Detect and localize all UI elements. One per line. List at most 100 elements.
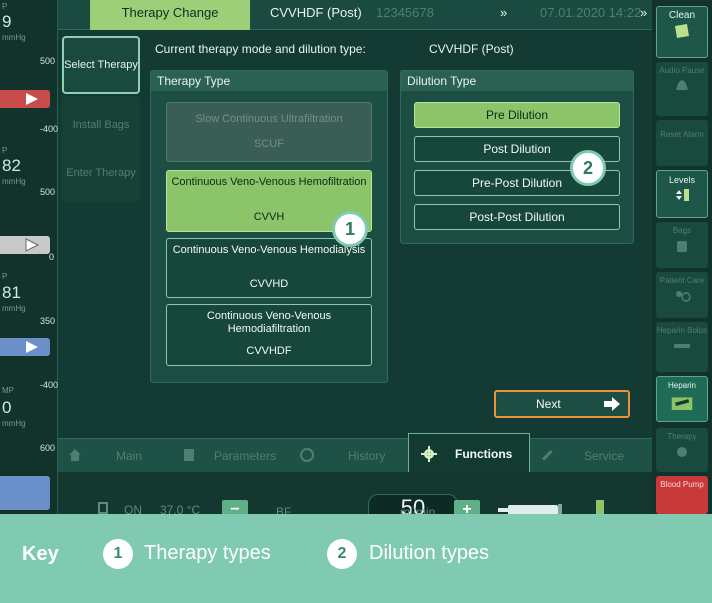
key-legend: Key 1 Therapy types 2 Dilution types <box>0 514 712 603</box>
blood-pump-button[interactable]: Blood Pump <box>656 476 708 514</box>
syringe-icon <box>498 504 562 514</box>
heater-temperature: 37.0 °C <box>160 503 201 514</box>
next-label: Next <box>536 397 561 411</box>
callout-1: 1 <box>332 211 368 247</box>
dilution-option-post-post[interactable]: Post-Post Dilution <box>414 204 620 230</box>
pressure-3-unit: mmHg <box>2 304 26 313</box>
pressure-3-label: P <box>2 272 8 281</box>
decrease-flow-button[interactable]: − <box>222 500 248 514</box>
blood-pump-label: Blood Pump <box>660 480 704 489</box>
pressure-3-arrow-icon <box>26 341 38 353</box>
pressure-1-label: P <box>2 2 8 11</box>
therapy-option-abbr: CVVHDF <box>246 345 292 357</box>
bell-icon <box>676 80 688 90</box>
tab-main[interactable]: Main <box>116 439 142 473</box>
levels-label: Levels <box>668 175 695 185</box>
calculator-icon <box>184 449 194 461</box>
bottom-tab-bar: Main Parameters History Functions Servic… <box>58 433 652 473</box>
therapy-option-abbr: SCUF <box>254 138 284 150</box>
status-strip: ON 37.0 °C − BF 50 ml/min + <box>58 472 652 514</box>
pressure-4-tick: 600 <box>40 443 56 453</box>
heparin-syringe-icon <box>671 397 693 410</box>
levels-button[interactable]: Levels <box>656 170 708 218</box>
levels-icon <box>676 189 689 201</box>
key-number-2: 2 <box>327 539 357 569</box>
blood-flow-label: BF <box>276 505 292 514</box>
select-therapy-step[interactable]: Select Therapy <box>62 36 140 94</box>
therapy-option-name: Continuous Veno-Venous Hemofiltration <box>171 176 367 188</box>
patient-care-button[interactable]: Patient Care <box>656 272 708 318</box>
pressure-2-label: P <box>2 146 8 155</box>
chevron-icon: » <box>500 5 508 20</box>
pressure-monitor-strip: P 9 mmHg 500 -400 P 82 mmHg 500 0 P 81 m… <box>0 0 58 514</box>
bag-icon <box>677 241 687 252</box>
gear-icon <box>421 446 437 462</box>
therapy-option-name: Continuous Veno-Venous Hemodialysis <box>172 244 366 256</box>
syringe-small-icon <box>674 344 690 348</box>
tab-functions[interactable]: Functions <box>408 433 530 473</box>
audio-pause-label: Audio Pause <box>659 66 705 75</box>
pressure-4-value: 0 <box>2 398 12 417</box>
tab-service[interactable]: Service <box>584 439 624 473</box>
dilution-type-header: Dilution Type <box>401 71 633 91</box>
home-icon <box>69 449 81 461</box>
patient-id: 12345678 <box>376 5 434 20</box>
enter-therapy-step[interactable]: Enter Therapy <box>62 144 140 202</box>
dilution-option-pre[interactable]: Pre Dilution <box>414 102 620 128</box>
pressure-1-arrow-icon <box>26 93 38 105</box>
clean-label: Clean <box>668 10 696 21</box>
therapy-option-name: Continuous Veno-Venous Hemodiafiltration <box>206 310 332 335</box>
thermometer-icon <box>98 502 108 514</box>
callout-2: 2 <box>570 150 606 186</box>
clean-button[interactable]: Clean <box>656 6 708 58</box>
pressure-2-unit: mmHg <box>2 177 26 186</box>
therapy-icon <box>677 447 687 457</box>
therapy-option-cvvhd[interactable]: Continuous Veno-Venous Hemodialysis CVVH… <box>166 238 372 298</box>
current-mode-label: Current therapy mode and dilution type: <box>155 42 366 56</box>
pressure-4-label: MP <box>2 386 14 395</box>
next-button[interactable]: Next <box>494 390 630 418</box>
current-mode-display: CVVHDF (Post) <box>270 5 362 20</box>
arrow-right-icon <box>604 397 620 411</box>
therapy-label: Therapy <box>667 432 697 441</box>
patient-icon <box>676 291 691 302</box>
pressure-1-unit: mmHg <box>2 33 26 42</box>
pressure-4-unit: mmHg <box>2 419 26 428</box>
key-text-1: Therapy types <box>144 542 271 564</box>
pressure-1-value: 9 <box>2 12 12 31</box>
audio-pause-button[interactable]: Audio Pause <box>656 62 708 116</box>
therapy-button[interactable]: Therapy <box>656 428 708 472</box>
tab-functions-label: Functions <box>455 447 513 461</box>
pressure-2-value: 82 <box>2 156 21 175</box>
bags-button[interactable]: Bags <box>656 222 708 268</box>
heparin-label: Heparin <box>667 381 696 390</box>
chevron-icon-2: » <box>640 5 648 20</box>
top-bar: Therapy Change CVVHDF (Post) 12345678 » … <box>58 0 652 30</box>
tab-parameters[interactable]: Parameters <box>214 439 276 473</box>
increase-flow-button[interactable]: + <box>454 500 480 514</box>
pressure-2-tick: 500 <box>40 187 56 197</box>
reset-alarm-button[interactable]: Reset Alarm <box>656 120 708 166</box>
screen-title: Therapy Change <box>90 0 250 30</box>
function-buttons-column: Clean Audio Pause Reset Alarm Levels Bag… <box>652 0 712 514</box>
therapy-option-scuf[interactable]: Slow Continuous Ultrafiltration SCUF <box>166 102 372 162</box>
level-indicator <box>596 500 604 514</box>
therapy-type-header: Therapy Type <box>151 71 387 91</box>
pressure-2-zero: 0 <box>48 252 54 262</box>
pressure-3-bar <box>0 338 50 356</box>
heater-status: ON <box>124 503 142 514</box>
heparin-bolus-button[interactable]: Heparin Bolus <box>656 322 708 372</box>
heparin-bolus-label: Heparin Bolus <box>656 326 708 335</box>
bags-label: Bags <box>672 226 692 235</box>
date-time: 07.01.2020 14:22 <box>540 5 642 20</box>
wrench-icon <box>542 450 553 461</box>
current-mode-value: CVVHDF (Post) <box>429 42 514 56</box>
therapy-option-abbr: CVVHD <box>249 278 289 290</box>
tab-history[interactable]: History <box>348 439 385 473</box>
key-title: Key <box>22 543 59 565</box>
key-text-2: Dilution types <box>369 542 490 564</box>
therapy-option-cvvhdf[interactable]: Continuous Veno-Venous Hemodiafiltration… <box>166 304 372 366</box>
therapy-option-name: Slow Continuous Ultrafiltration <box>195 113 343 125</box>
patient-care-label: Patient Care <box>659 276 705 285</box>
heparin-button[interactable]: Heparin <box>656 376 708 422</box>
